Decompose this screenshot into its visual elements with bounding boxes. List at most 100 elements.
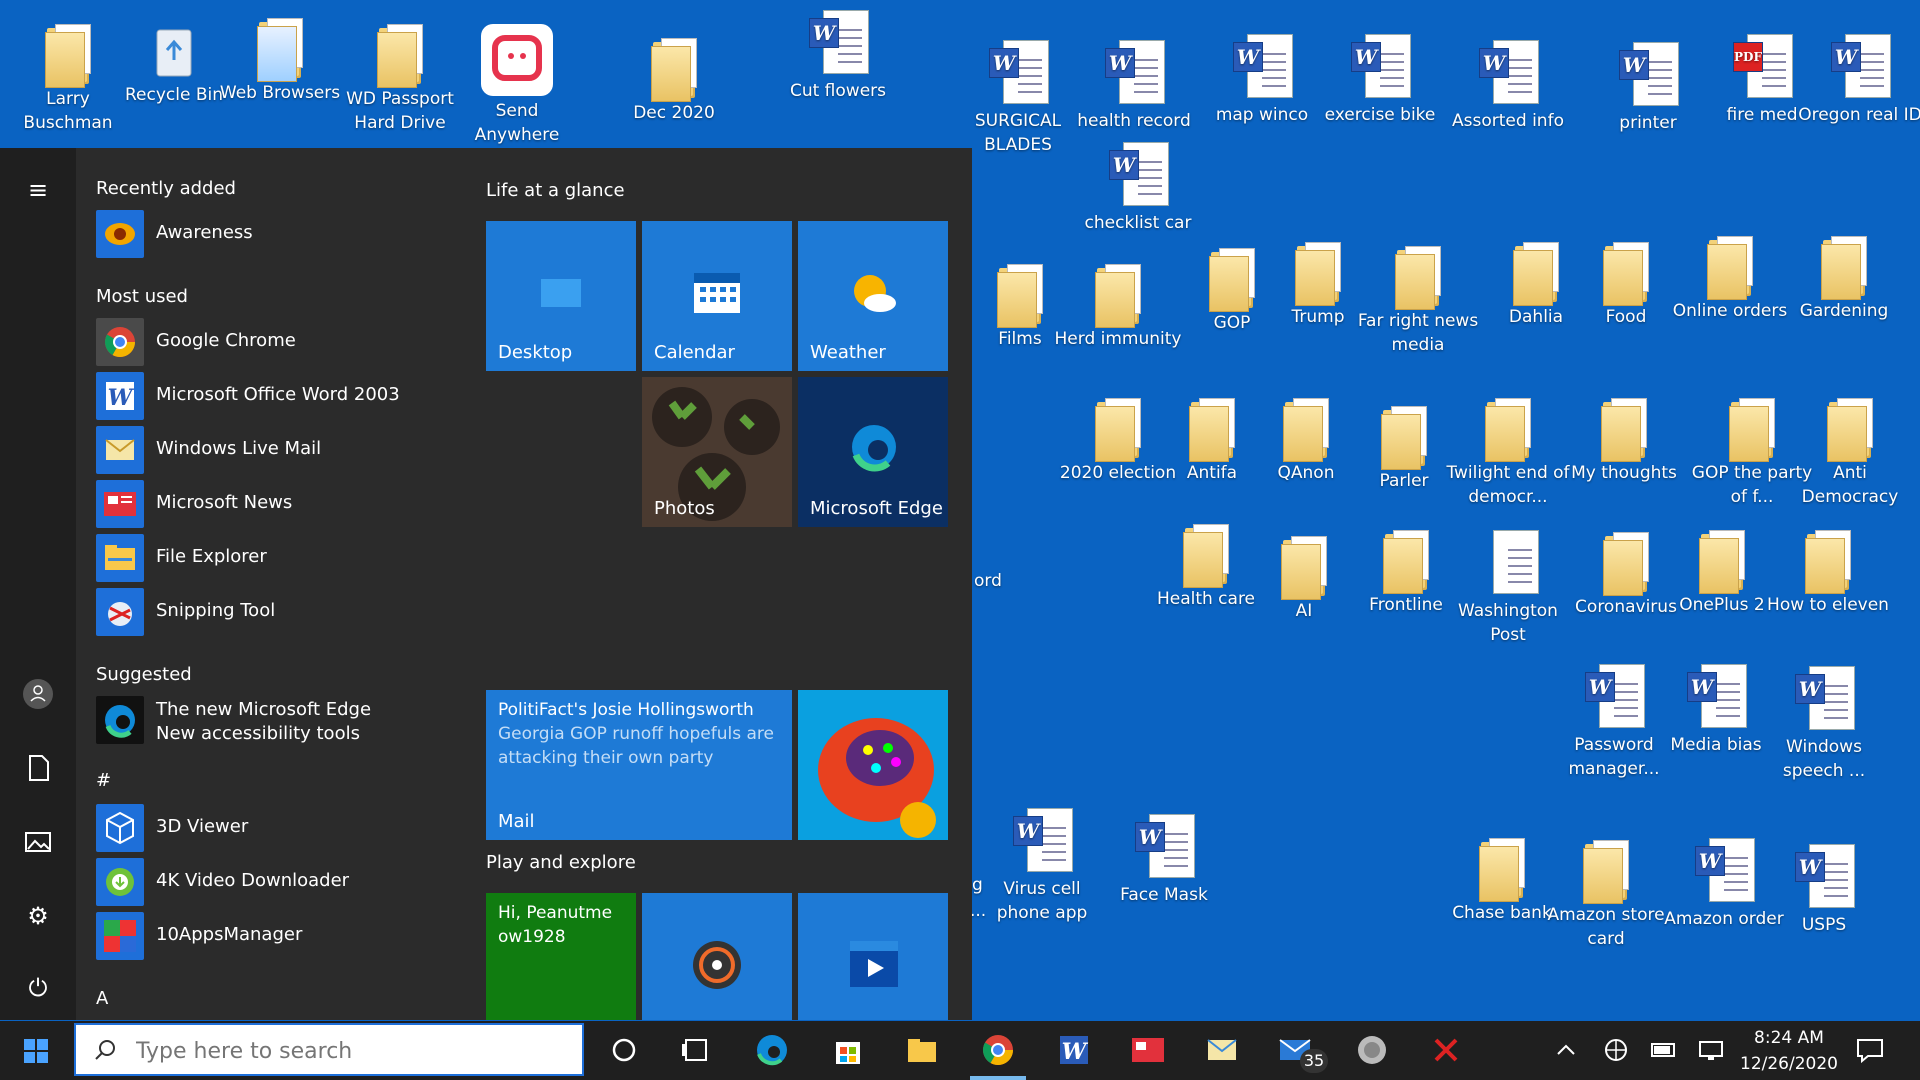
groove-music-icon <box>693 941 741 989</box>
folder-icon <box>1095 396 1141 462</box>
desktop-icon-doc[interactable]: Wprinter <box>1582 40 1714 136</box>
desktop-icon-doc[interactable]: W Oregon real ID <box>1794 32 1920 128</box>
word-document-icon: W <box>1107 140 1169 208</box>
desktop-icon-doc[interactable]: W Assorted info <box>1442 38 1574 134</box>
start-menu: ≡ ⚙ ⏻ Recently added Awareness Most used… <box>0 148 972 1020</box>
speaker-app-icon[interactable] <box>1352 1030 1392 1070</box>
desktop-folder[interactable]: Online orders <box>1664 234 1796 324</box>
partial-label: g <box>972 875 983 895</box>
tile-desktop[interactable]: Desktop <box>486 221 636 371</box>
folder-icon <box>1827 396 1873 462</box>
tile-microsoft-edge[interactable]: Microsoft Edge <box>798 377 948 527</box>
desktop-icon-doc[interactable]: Whealth record <box>1068 38 1200 134</box>
power-icon[interactable]: ⏻ <box>20 970 56 1006</box>
word-taskbar-icon[interactable]: W <box>1054 1030 1094 1070</box>
live-mail-taskbar-icon[interactable] <box>1202 1030 1242 1070</box>
network-icon[interactable] <box>1692 1030 1732 1070</box>
chrome-taskbar-icon[interactable] <box>978 1030 1018 1070</box>
word-document-icon: W <box>1617 40 1679 108</box>
app-windows-live-mail[interactable]: Windows Live Mail <box>96 426 456 474</box>
folder-icon <box>1601 396 1647 462</box>
store-icon[interactable] <box>828 1030 868 1070</box>
tile-mail[interactable]: PolitiFact's Josie Hollingsworth Georgia… <box>486 690 792 840</box>
settings-gear-icon[interactable]: ⚙ <box>20 898 56 934</box>
app-file-explorer[interactable]: File Explorer <box>96 534 456 582</box>
desktop-folder[interactable]: Far right news media <box>1352 244 1484 358</box>
desktop-icon-doc[interactable]: Wchecklist car <box>1072 140 1204 236</box>
desktop-icon-cut-flowers[interactable]: W Cut flowers <box>772 8 904 104</box>
desktop-folder[interactable]: Anti Democracy <box>1784 396 1916 510</box>
folder-icon <box>1209 246 1255 312</box>
3d-viewer-icon <box>96 804 144 852</box>
app-awareness[interactable]: Awareness <box>96 210 456 258</box>
desktop-icon-send-anywhere[interactable]: Send Anywhere <box>451 24 583 148</box>
desktop-icon-doc[interactable]: W Face Mask <box>1098 812 1230 908</box>
battery-icon[interactable] <box>1644 1030 1684 1070</box>
chevron-up-icon[interactable] <box>1546 1030 1586 1070</box>
pictures-icon[interactable] <box>20 824 56 860</box>
tile-candy-crush[interactable] <box>798 690 948 840</box>
notifications-icon[interactable] <box>1850 1030 1890 1070</box>
app-4k-video-downloader[interactable]: 4K Video Downloader <box>96 858 456 906</box>
live-mail-icon <box>96 426 144 474</box>
desktop-icon-web-browsers[interactable]: Web Browsers <box>214 16 346 106</box>
10appsmanager-icon <box>96 912 144 960</box>
app-snipping-tool[interactable]: Snipping Tool <box>96 588 456 636</box>
snipping-tool-taskbar-icon[interactable] <box>1426 1030 1466 1070</box>
desktop-icon-doc[interactable]: W Virus cell phone app <box>976 806 1108 926</box>
folder-icon <box>1707 234 1753 300</box>
desktop-folder[interactable]: How to eleven <box>1762 528 1894 618</box>
app-suggested-edge[interactable]: The new Microsoft Edge New accessibility … <box>96 696 456 744</box>
mail-body: Georgia GOP runoff hopefuls are attackin… <box>498 724 774 768</box>
hash-heading[interactable]: # <box>96 770 111 791</box>
desktop-icon-doc[interactable]: Wexercise bike <box>1314 32 1446 128</box>
folder-icon <box>651 36 697 102</box>
desktop-icon-dec-2020[interactable]: Dec 2020 <box>608 36 740 126</box>
desktop-folder[interactable]: My thoughts <box>1558 396 1690 486</box>
documents-icon[interactable] <box>20 750 56 786</box>
edge-icon <box>852 425 896 472</box>
file-explorer-taskbar-icon[interactable] <box>902 1030 942 1070</box>
globe-icon[interactable] <box>1596 1030 1636 1070</box>
folder-icon <box>1281 534 1327 600</box>
desktop-folder[interactable]: Gardening <box>1778 234 1910 324</box>
tile-weather[interactable]: Weather <box>798 221 948 371</box>
user-account-icon[interactable] <box>20 676 56 712</box>
snipping-tool-icon <box>96 588 144 636</box>
partial-label: ... <box>970 901 987 921</box>
news-taskbar-icon[interactable] <box>1128 1030 1168 1070</box>
word-document-icon: W <box>1693 836 1755 904</box>
desktop-folder[interactable]: Amazon store card <box>1540 838 1672 952</box>
folder-icon <box>1395 244 1441 310</box>
desktop-icon-doc[interactable]: W USPS <box>1758 842 1890 938</box>
desktop-folder[interactable]: Herd immunity <box>1052 262 1184 352</box>
desktop-icon-doc[interactable]: W SURGICAL BLADES <box>952 38 1084 158</box>
desktop-icon-doc[interactable]: W Windows speech ... <box>1758 664 1890 784</box>
edge-taskbar-icon[interactable] <box>752 1030 792 1070</box>
tile-groove-music[interactable] <box>642 893 792 1020</box>
tile-xbox[interactable]: Hi, Peanutmeow1928 <box>486 893 636 1020</box>
folder-icon <box>1729 396 1775 462</box>
desktop-icon-doc[interactable]: Wmap winco <box>1196 32 1328 128</box>
clock[interactable]: 8:24 AM 12/26/2020 <box>1734 1025 1844 1077</box>
tile-calendar[interactable]: Calendar <box>642 221 792 371</box>
desktop-folder[interactable]: Twilight end of democr... <box>1442 396 1574 510</box>
search-input[interactable] <box>134 1035 558 1067</box>
windows-start-icon[interactable] <box>14 1031 60 1071</box>
app-3d-viewer[interactable]: 3D Viewer <box>96 804 456 852</box>
tile-movies-tv[interactable] <box>798 893 948 1020</box>
app-microsoft-news[interactable]: Microsoft News <box>96 480 456 528</box>
cortana-icon[interactable] <box>604 1030 644 1070</box>
hamburger-menu-icon[interactable]: ≡ <box>20 172 56 208</box>
task-view-icon[interactable] <box>676 1030 716 1070</box>
folder-icon <box>1283 396 1329 462</box>
folder-icon <box>1805 528 1851 594</box>
desktop-folder[interactable]: Washington Post <box>1442 528 1574 648</box>
app-google-chrome[interactable]: Google Chrome <box>96 318 456 366</box>
app-word-2003[interactable]: W Microsoft Office Word 2003 <box>96 372 456 420</box>
app-10appsmanager[interactable]: 10AppsManager <box>96 912 456 960</box>
letter-a-heading[interactable]: A <box>96 988 108 1009</box>
search-box[interactable] <box>74 1023 584 1076</box>
desktop-icon-wd-passport[interactable]: WD Passport Hard Drive <box>334 22 466 136</box>
tile-photos[interactable]: Photos <box>642 377 792 527</box>
